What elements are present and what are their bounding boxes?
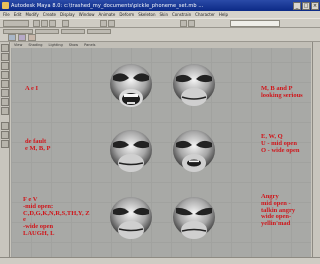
viewport-menu-panels[interactable]: Panels [84, 42, 95, 48]
lasso-tool-icon[interactable] [1, 53, 9, 61]
face-default [110, 130, 152, 172]
shelf-tab-curves[interactable] [35, 29, 59, 34]
label-m-b-p: M, B and P looking serious [261, 85, 303, 99]
title-bar: Autodesk Maya 8.0: c:\trashed_my_documen… [0, 0, 320, 11]
paint-select-tool-icon[interactable] [1, 62, 9, 70]
minimize-button[interactable]: _ [293, 1, 301, 10]
maximize-button[interactable]: □ [302, 1, 310, 10]
last-tool-icon[interactable] [1, 107, 9, 115]
shelf-item-3[interactable] [28, 34, 36, 41]
menu-edit[interactable]: Edit [14, 12, 22, 17]
label-default: de fault e M, B, P [25, 138, 51, 152]
face-m-b-p [173, 64, 215, 106]
menu-bar: File Edit Modify Create Display Window A… [0, 11, 320, 18]
face-angry [173, 197, 215, 239]
menu-skin[interactable]: Skin [159, 12, 168, 17]
layout-side-icon[interactable] [1, 140, 9, 148]
viewport-menu-view[interactable]: View [14, 42, 22, 48]
select-tool-icon[interactable] [1, 44, 9, 52]
label-a-e-i: A e I [25, 85, 38, 92]
snap-curve-button[interactable] [108, 20, 115, 27]
face-a-e-i [110, 64, 152, 107]
ipr-render-button[interactable] [188, 20, 195, 27]
shelf [0, 28, 320, 42]
select-mode-button[interactable] [62, 20, 69, 27]
shelf-item-1[interactable] [8, 34, 16, 41]
viewport-menu-lighting[interactable]: Lighting [49, 42, 63, 48]
shelf-tab-surfaces[interactable] [61, 29, 85, 34]
menu-character[interactable]: Character [195, 12, 215, 17]
tool-box [0, 42, 10, 264]
menu-skeleton[interactable]: Skeleton [138, 12, 155, 17]
menu-modify[interactable]: Modify [25, 12, 38, 17]
menu-file[interactable]: File [3, 12, 10, 17]
label-f-v: F e V -mid open: C,D,G,K,N,R,S,TH,Y, Z e… [23, 196, 90, 237]
shelf-tab-polygons[interactable] [87, 29, 111, 34]
menu-animate[interactable]: Animate [99, 12, 116, 17]
status-line [0, 18, 320, 28]
label-e-w-q: E, W, Q U - mid open O - wide open [261, 133, 300, 154]
mode-dropdown[interactable] [3, 20, 29, 27]
window-controls: _ □ × [293, 1, 319, 10]
menu-window[interactable]: Window [79, 12, 95, 17]
input-field[interactable] [230, 20, 280, 27]
viewport-menu-shading[interactable]: Shading [28, 42, 42, 48]
close-button[interactable]: × [311, 1, 319, 10]
move-tool-icon[interactable] [1, 71, 9, 79]
manipulator-tool-icon[interactable] [1, 98, 9, 106]
window-title: Autodesk Maya 8.0: c:\trashed_my_documen… [11, 2, 204, 9]
layout-four-icon[interactable] [1, 131, 9, 139]
shelf-item-2[interactable] [18, 34, 26, 41]
face-f-v [110, 197, 152, 239]
save-scene-button[interactable] [49, 20, 56, 27]
rotate-tool-icon[interactable] [1, 80, 9, 88]
label-angry: Angry mid open - talkin angry wide open-… [261, 193, 296, 228]
viewport-menu-show[interactable]: Show [69, 42, 78, 48]
viewport-menu: View Shading Lighting Show Panels [11, 42, 311, 48]
channel-box-strip[interactable] [312, 42, 320, 264]
render-button[interactable] [180, 20, 187, 27]
help-line [0, 257, 320, 264]
new-scene-button[interactable] [33, 20, 40, 27]
open-scene-button[interactable] [41, 20, 48, 27]
menu-constrain[interactable]: Constrain [172, 12, 191, 17]
menu-display[interactable]: Display [60, 12, 75, 17]
layout-single-icon[interactable] [1, 122, 9, 130]
menu-help[interactable]: Help [219, 12, 228, 17]
maya-app-icon [2, 2, 9, 9]
face-e-w-q [173, 130, 215, 172]
viewport-panel[interactable]: View Shading Lighting Show Panels A e I … [11, 42, 311, 257]
snap-grid-button[interactable] [100, 20, 107, 27]
menu-deform[interactable]: Deform [119, 12, 134, 17]
scale-tool-icon[interactable] [1, 89, 9, 97]
menu-create[interactable]: Create [43, 12, 56, 17]
